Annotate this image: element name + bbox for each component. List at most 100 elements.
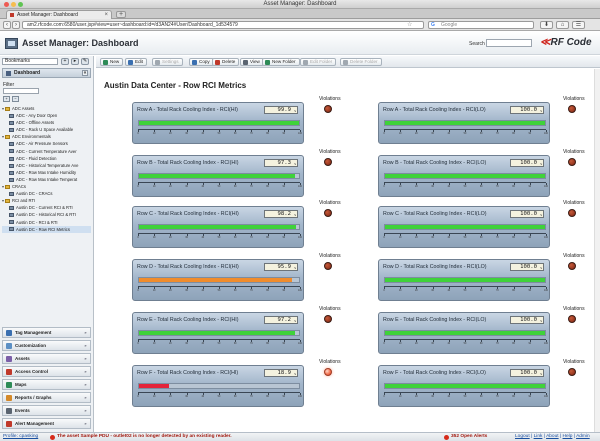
browser-tab[interactable]: Asset Manager: Dashboard ×: [6, 10, 112, 19]
rci-gauge[interactable]: Row E - Total Rack Cooling Index - RCI(L…: [378, 312, 550, 354]
browser-search-input[interactable]: G Google: [428, 21, 534, 29]
link-link[interactable]: Link: [534, 434, 543, 439]
tree-item[interactable]: ADC - Current Temperature Aver: [2, 148, 91, 155]
admin-link[interactable]: Admin: [576, 434, 590, 439]
dashboard-panel-header[interactable]: Dashboard «: [2, 68, 91, 78]
bookmark-star-icon[interactable]: ☆: [407, 21, 412, 28]
accordion-reports-graphs[interactable]: Reports / Graphs »: [2, 392, 91, 403]
address-bar[interactable]: am2.rfcode.com:6580/user.jsp#view=user~d…: [22, 21, 424, 29]
collapse-all-icon[interactable]: −: [12, 96, 19, 102]
rci-gauge[interactable]: Row D - Total Rack Cooling Index - RCI(L…: [378, 259, 550, 301]
tree-item[interactable]: Austin DC - CRACs: [2, 190, 91, 197]
filter-input[interactable]: [3, 88, 39, 94]
gauge-value: 100.0%: [510, 263, 544, 271]
close-window-icon[interactable]: [4, 2, 9, 7]
expand-all-icon[interactable]: +: [3, 96, 10, 102]
about-link[interactable]: About: [546, 434, 559, 439]
logout-link[interactable]: Logout: [515, 434, 530, 439]
gauge-track: [384, 173, 546, 179]
forward-icon[interactable]: ›: [12, 21, 20, 29]
bookmark-add-icon[interactable]: +: [61, 58, 69, 65]
tree-item[interactable]: Austin DC - RCI & RTI: [2, 219, 91, 226]
tree-folder[interactable]: ▾ ADC Assets: [2, 105, 91, 112]
rci-gauge[interactable]: Row A - Total Rack Cooling Index - RCI(L…: [378, 102, 550, 144]
section-icon: [6, 408, 12, 414]
expand-arrow-icon: »: [84, 343, 87, 348]
accordion-access-control[interactable]: Access Control »: [2, 366, 91, 377]
tree-item[interactable]: ADC - Rack U Space Available: [2, 126, 91, 133]
main-scrollbar[interactable]: [594, 69, 600, 432]
tree-item[interactable]: ADC - Any Door Open: [2, 112, 91, 119]
minimize-window-icon[interactable]: [11, 2, 16, 7]
rci-gauge[interactable]: Row D - Total Rack Cooling Index - RCI(H…: [132, 259, 304, 301]
edit-button[interactable]: Edit: [125, 58, 147, 66]
scale-label: 70: [250, 236, 253, 239]
accordion-assets[interactable]: Assets »: [2, 353, 91, 364]
menu-icon[interactable]: ☰: [572, 21, 585, 29]
accordion-label: Alert Management: [15, 421, 55, 426]
tree-label: ADC Environmentals: [12, 134, 51, 140]
scale-label: 20: [415, 395, 418, 398]
accordion-events[interactable]: Events »: [2, 405, 91, 416]
tree-item[interactable]: Austin DC - Row RCI Metrics: [2, 225, 91, 233]
delete-button[interactable]: Delete: [212, 58, 240, 66]
delete-folder-button[interactable]: Delete Folder: [340, 58, 382, 66]
accordion-customization[interactable]: Customization »: [2, 340, 91, 351]
gauge-scale: 0 10 20 30 40 50 60 70 80 90 100: [383, 182, 548, 188]
collapse-icon[interactable]: «: [82, 70, 88, 76]
back-icon[interactable]: ‹: [3, 21, 11, 29]
tree-folder[interactable]: ▾ RCI and RTI: [2, 197, 91, 204]
tree-item[interactable]: ADC - Row Max Intake Humidity: [2, 169, 91, 176]
tree-item[interactable]: ADC - Row Max Intake Temperat: [2, 176, 91, 183]
bookmark-manage-icon[interactable]: ✎: [81, 58, 89, 65]
tree-folder[interactable]: ▾ ADC Environmentals: [2, 133, 91, 140]
violations-label: Violations: [319, 96, 341, 102]
rci-gauge[interactable]: Row B - Total Rack Cooling Index - RCI(L…: [378, 155, 550, 197]
close-tab-icon[interactable]: ×: [104, 11, 108, 19]
open-alerts-link[interactable]: 352 Open Alerts: [444, 433, 487, 441]
rci-gauge[interactable]: Row E - Total Rack Cooling Index - RCI(H…: [132, 312, 304, 354]
tree-label: Austin DC - Current RCI & RTI: [16, 205, 73, 211]
rci-gauge[interactable]: Row C - Total Rack Cooling Index - RCI(H…: [132, 206, 304, 248]
new-button[interactable]: New: [100, 58, 124, 66]
dashboard-item-icon: [9, 156, 14, 161]
edit-folder-button[interactable]: Edit Folder: [300, 58, 337, 66]
profile-link[interactable]: Profile: cpasking: [3, 433, 38, 441]
accordion-alert-management[interactable]: Alert Management »: [2, 418, 91, 429]
download-icon[interactable]: ⬇: [540, 21, 553, 29]
gauge-value: 100.0%: [510, 106, 544, 114]
home-icon[interactable]: ⌂: [556, 21, 569, 29]
tree-item[interactable]: Austin DC - Historical RCI & RTI: [2, 211, 91, 218]
rci-gauge[interactable]: Row B - Total Rack Cooling Index - RCI(H…: [132, 155, 304, 197]
accordion-maps[interactable]: Maps »: [2, 379, 91, 390]
gauge-label: Row B - Total Rack Cooling Index - RCI(H…: [137, 160, 239, 166]
settings-button[interactable]: Settings: [152, 58, 183, 66]
tree-folder[interactable]: ▾ CRACs: [2, 183, 91, 190]
settings-icon: [155, 60, 160, 65]
rci-gauge[interactable]: Row C - Total Rack Cooling Index - RCI(L…: [378, 206, 550, 248]
help-link[interactable]: Help: [563, 434, 573, 439]
scale-label: 50: [463, 289, 467, 292]
view-button[interactable]: View: [240, 58, 264, 66]
rci-gauge[interactable]: Row F - Total Rack Cooling Index - RCI(H…: [132, 365, 304, 407]
zoom-window-icon[interactable]: [18, 2, 23, 7]
search-input[interactable]: [486, 39, 532, 47]
tree-item[interactable]: ADC - Offline Assets: [2, 119, 91, 126]
rci-gauge[interactable]: Row A - Total Rack Cooling Index - RCI(H…: [132, 102, 304, 144]
alert-message[interactable]: The asset Sample PDU - outlet02 is no lo…: [50, 433, 232, 441]
new-tab-button[interactable]: +: [116, 11, 126, 18]
bookmark-select[interactable]: Bookmarks: [2, 58, 58, 65]
tree-item[interactable]: Austin DC - Current RCI & RTI: [2, 204, 91, 211]
gauge-scale: 0 10 20 30 40 50 60 70 80 90 100: [383, 392, 548, 398]
tree-item[interactable]: ADC - Historical Temperature Ave: [2, 162, 91, 169]
percent-sign: %: [540, 266, 542, 270]
tree-item[interactable]: ADC - Air Pressure Sensors: [2, 140, 91, 147]
tree-item[interactable]: ADC - Fluid Detection: [2, 155, 91, 162]
section-icon: [6, 330, 12, 336]
app-icon: [5, 38, 18, 49]
rci-gauge[interactable]: Row F - Total Rack Cooling Index - RCI(L…: [378, 365, 550, 407]
accordion-tag-management[interactable]: Tag Management »: [2, 327, 91, 338]
new-folder-button[interactable]: New Folder: [262, 58, 300, 66]
bookmark-go-icon[interactable]: ▸: [71, 58, 79, 65]
copy-button[interactable]: Copy: [189, 58, 214, 66]
